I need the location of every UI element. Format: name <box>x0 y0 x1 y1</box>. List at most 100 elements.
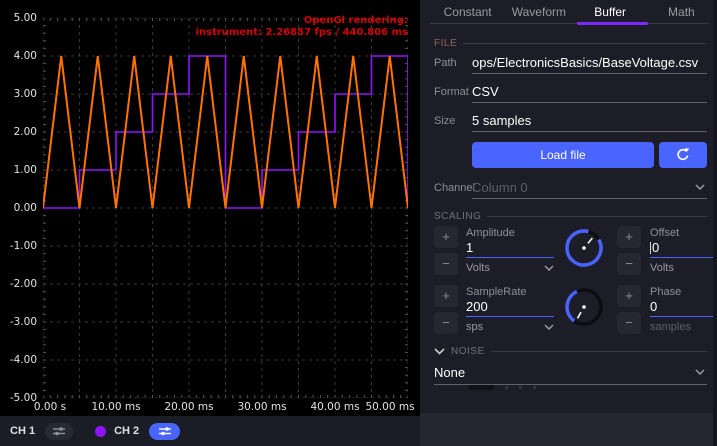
oscilloscope-plot: OpenGl rendering: instrument: 2.26857 fp… <box>0 0 420 416</box>
phase-unit-label: samples <box>650 321 691 333</box>
settings-panel: Constant Waveform Buffer Math FILE Path … <box>420 0 717 446</box>
chevron-down-icon <box>695 363 705 378</box>
y-tick-label: -4.00 <box>0 354 37 366</box>
channel-row: Channel Column 0 <box>434 180 707 199</box>
tab-buffer[interactable]: Buffer <box>575 5 646 19</box>
noise-type-dropdown[interactable]: None <box>434 365 707 385</box>
section-divider <box>487 216 707 217</box>
active-tab-indicator <box>577 22 648 25</box>
x-tick-label: 30.00 ms <box>237 401 286 413</box>
ch1-settings-toggle[interactable] <box>45 423 73 440</box>
amplitude-unit: Volts <box>466 262 490 274</box>
offset-unit: Volts <box>650 262 674 274</box>
offset-decrement-button[interactable]: − <box>617 253 641 275</box>
tab-constant[interactable]: Constant <box>432 5 503 19</box>
y-tick-label: 1.00 <box>0 164 37 176</box>
file-section-label: FILE <box>434 38 457 49</box>
phase-increment-button[interactable]: + <box>617 285 641 307</box>
scaling-section-header: SCALING <box>434 211 707 222</box>
tab-bar: Constant Waveform Buffer Math <box>420 0 717 24</box>
refresh-icon <box>675 147 691 163</box>
chevron-down-icon <box>544 265 554 271</box>
samplerate-unit: sps <box>466 321 483 333</box>
amplitude-value-input[interactable]: 1 <box>466 240 554 258</box>
format-row: Format CSV <box>434 84 707 103</box>
phase-value-input[interactable]: 0 <box>650 299 717 317</box>
offset-value-input[interactable]: 0 <box>650 240 717 258</box>
offset-increment-button[interactable]: + <box>617 226 641 248</box>
amplitude-increment-button[interactable]: + <box>434 226 458 248</box>
noise-type-value: None <box>434 365 465 380</box>
panel-scrollbar[interactable] <box>713 0 717 446</box>
opengl-line1: OpenGl rendering: <box>196 15 408 27</box>
offset-value: 0 <box>652 240 659 255</box>
x-tick-label: 40.00 ms <box>310 401 359 413</box>
load-row: Load file <box>472 142 707 168</box>
amplitude-stepper: + − <box>434 226 458 275</box>
channel-label: Channel <box>434 182 472 199</box>
noise-section-label: NOISE <box>451 346 485 357</box>
y-tick-label: -1.00 <box>0 240 37 252</box>
channel-value: Column 0 <box>472 180 528 195</box>
buffer-tab-content: FILE Path ops/ElectronicsBasics/BaseVolt… <box>420 38 717 385</box>
size-value[interactable]: 5 samples <box>472 113 707 132</box>
format-value[interactable]: CSV <box>472 84 707 103</box>
noise-section-header[interactable]: NOISE <box>434 346 707 357</box>
channel-dropdown[interactable]: Column 0 <box>472 180 707 199</box>
ch1-label: CH 1 <box>10 425 35 437</box>
signal-generator-window: OpenGl rendering: instrument: 2.26857 fp… <box>0 0 717 446</box>
format-label: Format <box>434 86 472 103</box>
offset-label: Offset <box>650 227 717 239</box>
y-tick-label: -3.00 <box>0 316 37 328</box>
channel-bar: CH 1 CH 2 <box>0 416 420 446</box>
samplerate-knob[interactable] <box>562 285 608 334</box>
samplerate-field: SampleRate 200 sps <box>466 286 554 333</box>
phase-unit: samples <box>650 321 717 333</box>
y-tick-label: 3.00 <box>0 88 37 100</box>
amplitude-knob[interactable] <box>562 226 608 275</box>
tab-waveform[interactable]: Waveform <box>503 5 574 19</box>
amplitude-label: Amplitude <box>466 227 554 239</box>
amplitude-field: Amplitude 1 Volts <box>466 227 554 274</box>
size-label: Size <box>434 115 472 132</box>
opengl-overlay-text: OpenGl rendering: instrument: 2.26857 fp… <box>196 15 408 39</box>
refresh-button[interactable] <box>659 142 707 168</box>
ghost-indicator <box>468 385 536 390</box>
samplerate-unit-dropdown[interactable]: sps <box>466 321 554 333</box>
chevron-down-icon <box>695 180 705 193</box>
size-row: Size 5 samples <box>434 113 707 132</box>
ch2-label: CH 2 <box>114 425 139 437</box>
chevron-down-icon <box>544 324 554 330</box>
x-tick-label: 0.00 s <box>34 401 66 413</box>
scaling-controls: + − Amplitude 1 Volts <box>434 226 707 334</box>
section-divider <box>491 351 707 352</box>
plot-canvas[interactable] <box>43 18 408 398</box>
chevron-down-icon <box>434 348 445 355</box>
tab-math[interactable]: Math <box>646 5 717 19</box>
y-tick-label: -5.00 <box>0 392 37 404</box>
y-tick-label: 5.00 <box>0 12 37 24</box>
sliders-icon <box>52 426 66 436</box>
path-row: Path ops/ElectronicsBasics/BaseVoltage.c… <box>434 55 707 74</box>
text-caret <box>650 242 651 254</box>
phase-decrement-button[interactable]: − <box>617 312 641 334</box>
offset-unit-dropdown[interactable]: Volts <box>650 262 717 274</box>
offset-field: Offset 0 Volts <box>650 227 717 274</box>
amplitude-unit-dropdown[interactable]: Volts <box>466 262 554 274</box>
path-input[interactable]: ops/ElectronicsBasics/BaseVoltage.csv <box>472 55 707 74</box>
amplitude-decrement-button[interactable]: − <box>434 253 458 275</box>
scaling-section-label: SCALING <box>434 211 481 222</box>
offset-stepper: + − <box>616 226 642 275</box>
phase-label: Phase <box>650 286 717 298</box>
samplerate-value-input[interactable]: 200 <box>466 299 554 317</box>
load-file-button[interactable]: Load file <box>472 142 654 168</box>
samplerate-increment-button[interactable]: + <box>434 285 458 307</box>
samplerate-decrement-button[interactable]: − <box>434 312 458 334</box>
x-tick-label: 10.00 ms <box>91 401 140 413</box>
panel-bottom-strip <box>420 413 717 446</box>
samplerate-label: SampleRate <box>466 286 554 298</box>
ch2-settings-toggle[interactable] <box>149 423 180 440</box>
sliders-icon <box>158 426 172 436</box>
ch2-color-dot <box>95 426 106 437</box>
y-tick-label: 0.00 <box>0 202 37 214</box>
